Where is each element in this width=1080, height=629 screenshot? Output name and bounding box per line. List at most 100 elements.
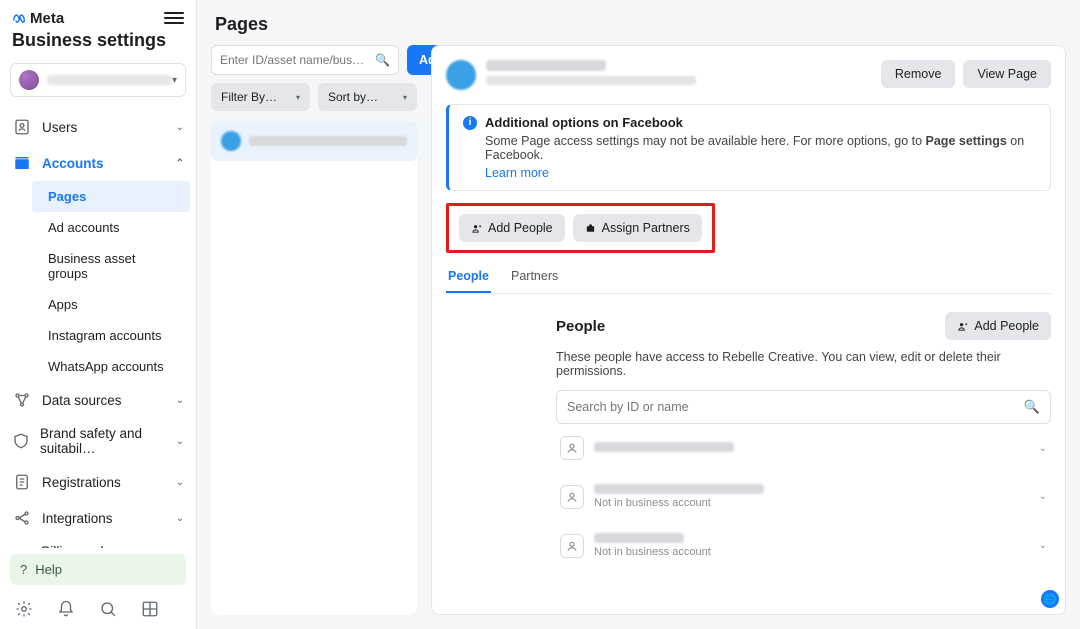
- panel-heading: People: [556, 318, 605, 335]
- detail-meta: [486, 60, 881, 85]
- data-sources-icon: [12, 390, 32, 410]
- person-avatar-icon: [560, 436, 584, 460]
- nav-billing-label: Billing and payments: [41, 544, 162, 548]
- shield-icon: [12, 431, 30, 451]
- search-icon: 🔍: [375, 53, 390, 67]
- nav-integrations[interactable]: Integrations ⌄: [0, 500, 196, 536]
- briefcase-icon: [585, 223, 596, 234]
- info-callout: i Additional options on Facebook Some Pa…: [446, 104, 1051, 191]
- asset-search-field[interactable]: [220, 53, 375, 67]
- settings-icon[interactable]: [14, 599, 34, 619]
- page-title: Pages: [197, 0, 1080, 45]
- panel-add-people-button[interactable]: Add People: [945, 312, 1051, 340]
- nav-billing[interactable]: Billing and payments: [0, 536, 196, 548]
- nav-users-label: Users: [42, 120, 77, 135]
- bell-icon[interactable]: [56, 599, 76, 619]
- person-sub: Not in business account: [594, 497, 1029, 509]
- help-label: Help: [35, 562, 62, 577]
- sidebar: Meta Business settings ▾ Users ⌄ Account…: [0, 0, 197, 629]
- info-callout-body-pre: Some Page access settings may not be ava…: [485, 134, 926, 148]
- footer-icons: [0, 591, 196, 629]
- globe-icon[interactable]: 🌐: [1041, 590, 1059, 608]
- chevron-up-icon: ⌃: [176, 158, 184, 169]
- nav-integrations-label: Integrations: [42, 511, 113, 526]
- tab-partners[interactable]: Partners: [509, 261, 560, 293]
- info-callout-title: Additional options on Facebook: [485, 115, 683, 130]
- nav-sub-ad-accounts[interactable]: Ad accounts: [32, 212, 190, 243]
- apps-icon[interactable]: [140, 599, 160, 619]
- asset-list-item[interactable]: [211, 121, 417, 161]
- detail-avatar: [446, 60, 476, 90]
- nav-users[interactable]: Users ⌄: [0, 109, 196, 145]
- nav-brand-safety-label: Brand safety and suitabil…: [40, 426, 166, 456]
- chevron-down-icon: ⌄: [176, 513, 184, 524]
- people-search[interactable]: 🔍: [556, 390, 1051, 424]
- add-person-icon: [957, 321, 968, 332]
- nav-sub-instagram[interactable]: Instagram accounts: [32, 320, 190, 351]
- assign-partners-button[interactable]: Assign Partners: [573, 214, 702, 242]
- menu-toggle-icon[interactable]: [164, 8, 184, 28]
- add-people-button[interactable]: Add People: [459, 214, 565, 242]
- panel-desc: These people have access to Rebelle Crea…: [556, 350, 1051, 378]
- nav-data-sources[interactable]: Data sources ⌄: [0, 382, 196, 418]
- nav-sub-whatsapp[interactable]: WhatsApp accounts: [32, 351, 190, 382]
- person-row[interactable]: Not in business account ⌄: [556, 472, 1051, 521]
- help-button[interactable]: ? Help: [10, 554, 186, 585]
- nav-registrations[interactable]: Registrations ⌄: [0, 464, 196, 500]
- person-avatar-icon: [560, 534, 584, 558]
- add-person-icon: [471, 223, 482, 234]
- search-icon[interactable]: [98, 599, 118, 619]
- person-avatar-icon: [560, 485, 584, 509]
- sort-by-dropdown[interactable]: Sort by… ▾: [318, 83, 417, 111]
- chevron-down-icon: ▾: [403, 93, 407, 102]
- account-name: [47, 75, 172, 85]
- nav: Users ⌄ Accounts ⌃ Pages Ad accounts Bus…: [0, 109, 196, 548]
- nav-sub-pages[interactable]: Pages: [32, 181, 190, 212]
- info-icon: i: [463, 116, 477, 130]
- nav-data-sources-label: Data sources: [42, 393, 122, 408]
- filter-by-label: Filter By…: [221, 90, 277, 104]
- learn-more-link[interactable]: Learn more: [485, 166, 549, 180]
- info-callout-body-bold: Page settings: [926, 134, 1007, 148]
- chevron-down-icon: ⌄: [176, 395, 184, 406]
- integrations-icon: [12, 508, 32, 528]
- tabs: People Partners: [446, 261, 1051, 294]
- person-row[interactable]: Not in business account ⌄: [556, 521, 1051, 570]
- brand-label: Meta: [30, 10, 64, 27]
- tab-people[interactable]: People: [446, 261, 491, 293]
- account-avatar: [19, 70, 39, 90]
- nav-sub-apps[interactable]: Apps: [32, 289, 190, 320]
- account-switcher[interactable]: ▾: [10, 63, 186, 97]
- chevron-down-icon: ⌄: [1039, 443, 1047, 454]
- nav-registrations-label: Registrations: [42, 475, 121, 490]
- asset-search-input[interactable]: 🔍: [211, 45, 399, 75]
- chevron-down-icon: ⌄: [176, 122, 184, 133]
- nav-brand-safety[interactable]: Brand safety and suitabil… ⌄: [0, 418, 196, 464]
- chevron-down-icon: ⌄: [1039, 491, 1047, 502]
- nav-accounts-sub: Pages Ad accounts Business asset groups …: [0, 181, 196, 382]
- people-panel: People Add People These people have acce…: [446, 294, 1051, 570]
- people-search-field[interactable]: [567, 400, 1024, 414]
- search-icon: 🔍: [1024, 399, 1040, 415]
- nav-accounts-label: Accounts: [42, 156, 104, 171]
- help-icon: ?: [20, 562, 27, 577]
- highlighted-actions: Add People Assign Partners: [446, 203, 715, 253]
- chevron-down-icon: ▾: [296, 93, 300, 102]
- chevron-down-icon: ⌄: [1039, 540, 1047, 551]
- product-title: Business settings: [0, 28, 196, 59]
- person-row[interactable]: ⌄: [556, 424, 1051, 472]
- chevron-down-icon: ⌄: [176, 477, 184, 488]
- sort-by-label: Sort by…: [328, 90, 378, 104]
- nav-sub-bag[interactable]: Business asset groups: [32, 243, 190, 289]
- add-people-label: Add People: [488, 221, 553, 235]
- remove-button[interactable]: Remove: [881, 60, 956, 88]
- brand[interactable]: Meta: [12, 10, 64, 27]
- chevron-down-icon: ▾: [172, 75, 177, 86]
- main: Pages 🔍 Add ▾ Filter By… ▾ Sor: [197, 0, 1080, 629]
- nav-accounts[interactable]: Accounts ⌃: [0, 145, 196, 181]
- chevron-down-icon: ⌄: [176, 436, 184, 447]
- view-page-button[interactable]: View Page: [963, 60, 1051, 88]
- filter-by-dropdown[interactable]: Filter By… ▾: [211, 83, 310, 111]
- detail-panel: Remove View Page i Additional options on…: [431, 45, 1066, 615]
- page-avatar: [221, 131, 241, 151]
